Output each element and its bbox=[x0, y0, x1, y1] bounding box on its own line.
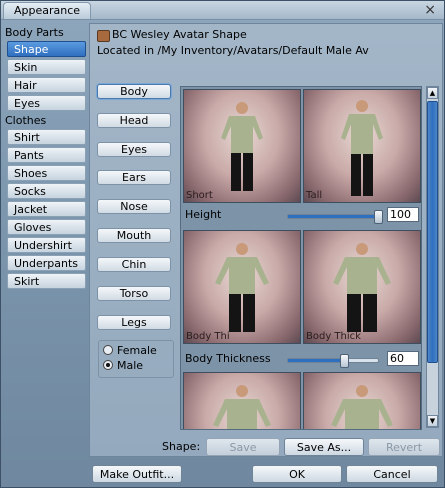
height-high-label: Tall bbox=[306, 190, 323, 201]
thickness-value-field[interactable]: 60 bbox=[387, 351, 419, 366]
category-shoes[interactable]: Shoes bbox=[7, 165, 86, 181]
avatar-figure bbox=[341, 100, 383, 196]
revert-button[interactable]: Revert bbox=[368, 438, 440, 456]
subpart-mouth-button[interactable]: Mouth bbox=[97, 228, 171, 243]
clothes-heading: Clothes bbox=[5, 114, 47, 127]
height-slider[interactable] bbox=[287, 210, 383, 224]
window-title: Appearance bbox=[3, 2, 92, 19]
category-eyes[interactable]: Eyes bbox=[7, 95, 86, 111]
subpart-torso-button[interactable]: Torso bbox=[97, 286, 171, 301]
save-button[interactable]: Save bbox=[206, 438, 280, 456]
sex-female-radio[interactable]: Female bbox=[103, 344, 157, 358]
thickness-slider-fill bbox=[288, 359, 342, 362]
subpart-ears-button[interactable]: Ears bbox=[97, 170, 171, 185]
sex-male-radio[interactable]: Male bbox=[103, 359, 143, 373]
category-underpants[interactable]: Underpants bbox=[7, 255, 86, 271]
parameter-scrollbar[interactable]: ▲ ▼ bbox=[426, 86, 439, 428]
make-outfit-button[interactable]: Make Outfit... bbox=[92, 465, 182, 483]
arrow-down-icon[interactable]: ▼ bbox=[427, 415, 438, 427]
subpart-nose-button[interactable]: Nose bbox=[97, 199, 171, 214]
appearance-window: Appearance × Body Parts Shape Skin Hair … bbox=[0, 0, 445, 488]
title-bar[interactable]: Appearance × bbox=[1, 1, 444, 20]
thickness-high-preview: Body Thick bbox=[303, 230, 421, 344]
next-low-preview bbox=[183, 372, 301, 429]
avatar-figure bbox=[333, 243, 391, 332]
category-shirt[interactable]: Shirt bbox=[7, 129, 86, 145]
arrow-up-icon[interactable]: ▲ bbox=[427, 87, 438, 99]
height-value-field[interactable]: 100 bbox=[387, 207, 419, 222]
category-panel: Body Parts Shape Skin Hair Eyes Clothes … bbox=[3, 25, 87, 291]
subpart-eyes-button[interactable]: Eyes bbox=[97, 142, 171, 157]
shape-editor-panel: BC Wesley Avatar Shape Located in /My In… bbox=[89, 23, 443, 457]
avatar-figure bbox=[213, 385, 271, 429]
subpart-legs-button[interactable]: Legs bbox=[97, 315, 171, 330]
subpart-body-button[interactable]: Body bbox=[97, 84, 171, 99]
category-skirt[interactable]: Skirt bbox=[7, 273, 86, 289]
cancel-button[interactable]: Cancel bbox=[346, 465, 438, 483]
item-location: Located in /My Inventory/Avatars/Default… bbox=[97, 44, 369, 57]
radio-unchecked-icon bbox=[103, 345, 113, 355]
height-label: Height bbox=[185, 208, 222, 221]
sex-male-label: Male bbox=[117, 359, 144, 372]
thickness-high-label: Body Thick bbox=[306, 331, 361, 342]
scrollbar-thumb[interactable] bbox=[427, 101, 438, 363]
category-skin[interactable]: Skin bbox=[7, 59, 86, 75]
body-parts-heading: Body Parts bbox=[5, 26, 64, 39]
category-undershirt[interactable]: Undershirt bbox=[7, 237, 86, 253]
radio-checked-icon bbox=[103, 360, 113, 370]
thickness-slider-knob[interactable] bbox=[340, 354, 349, 368]
thickness-low-label: Body Thi bbox=[186, 331, 230, 342]
shape-item-icon bbox=[97, 30, 110, 42]
subpart-chin-button[interactable]: Chin bbox=[97, 257, 171, 272]
height-low-preview: Short bbox=[183, 89, 301, 203]
height-slider-fill bbox=[288, 215, 378, 218]
sex-female-label: Female bbox=[117, 344, 157, 357]
subpart-head-button[interactable]: Head bbox=[97, 113, 171, 128]
avatar-figure bbox=[331, 385, 393, 429]
ok-button[interactable]: OK bbox=[252, 465, 342, 483]
thickness-low-preview: Body Thi bbox=[183, 230, 301, 344]
category-hair[interactable]: Hair bbox=[7, 77, 86, 93]
item-name: BC Wesley Avatar Shape bbox=[112, 28, 247, 41]
avatar-figure bbox=[215, 243, 269, 332]
thickness-label: Body Thickness bbox=[185, 352, 271, 365]
category-shape[interactable]: Shape bbox=[7, 41, 86, 57]
category-jacket[interactable]: Jacket bbox=[7, 201, 86, 217]
category-socks[interactable]: Socks bbox=[7, 183, 86, 199]
sex-radio-group: Female Male bbox=[98, 340, 174, 378]
category-pants[interactable]: Pants bbox=[7, 147, 86, 163]
parameter-list[interactable]: Short Tall Height 100 Body Thi Body Thic… bbox=[180, 86, 422, 430]
close-icon[interactable]: × bbox=[424, 2, 436, 18]
height-low-label: Short bbox=[186, 190, 213, 201]
thickness-slider[interactable] bbox=[287, 354, 379, 368]
save-as-button[interactable]: Save As... bbox=[284, 438, 364, 456]
category-gloves[interactable]: Gloves bbox=[7, 219, 86, 235]
height-high-preview: Tall bbox=[303, 89, 421, 203]
next-high-preview bbox=[303, 372, 421, 429]
shape-label: Shape: bbox=[162, 440, 201, 453]
height-slider-knob[interactable] bbox=[374, 210, 383, 224]
avatar-figure bbox=[221, 102, 263, 191]
